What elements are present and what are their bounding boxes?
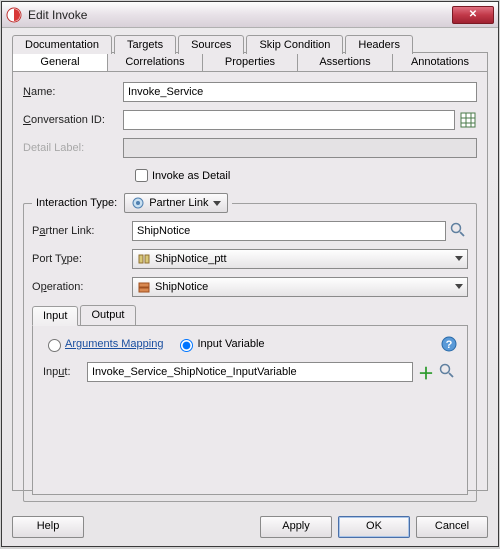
- tab-general[interactable]: General: [13, 53, 108, 71]
- interaction-type-legend: Interaction Type:: [36, 197, 117, 209]
- help-icon[interactable]: ?: [441, 336, 457, 352]
- name-input[interactable]: [123, 82, 477, 102]
- window-title: Edit Invoke: [28, 8, 452, 22]
- general-pane: Name: Conversation ID: Detail Label: Inv…: [12, 71, 488, 491]
- tab-annotations[interactable]: Annotations: [393, 53, 487, 71]
- conversation-id-label: Conversation ID:: [23, 114, 123, 126]
- arguments-mapping-label: Arguments Mapping: [65, 338, 163, 350]
- browse-variable-button[interactable]: [439, 363, 457, 381]
- input-pane: Arguments Mapping Input Variable ? Input…: [32, 325, 468, 495]
- tab-output[interactable]: Output: [80, 305, 135, 325]
- chevron-down-icon: [455, 284, 463, 289]
- apply-button[interactable]: Apply: [260, 516, 332, 538]
- partner-link-icon: [131, 196, 145, 210]
- tab-documentation[interactable]: Documentation: [12, 35, 112, 54]
- close-button[interactable]: ✕: [452, 6, 494, 24]
- tab-assertions[interactable]: Assertions: [298, 53, 393, 71]
- tab-input[interactable]: Input: [32, 306, 78, 326]
- interaction-type-group: Interaction Type: Partner Link Partner L…: [23, 193, 477, 502]
- partner-link-browse-button[interactable]: [450, 222, 468, 240]
- port-type-select[interactable]: ShipNotice_ptt: [132, 249, 468, 269]
- tab-correlations[interactable]: Correlations: [108, 53, 203, 71]
- name-label: Name:: [23, 86, 123, 98]
- chevron-down-icon: [455, 256, 463, 261]
- tabs-secondary: Documentation Targets Sources Skip Condi…: [12, 34, 488, 53]
- input-var-input[interactable]: [87, 362, 413, 382]
- detail-label-label: Detail Label:: [23, 142, 123, 154]
- tab-sources[interactable]: Sources: [178, 35, 244, 54]
- button-bar: Help Apply OK Cancel: [12, 516, 488, 538]
- close-icon: ✕: [469, 9, 477, 20]
- tab-skip-condition[interactable]: Skip Condition: [246, 35, 343, 54]
- operation-label: Operation:: [32, 281, 132, 293]
- conversation-id-browse-button[interactable]: [459, 111, 477, 129]
- partner-link-input[interactable]: [132, 221, 446, 241]
- edit-invoke-dialog: Edit Invoke ✕ Documentation Targets Sour…: [1, 1, 499, 547]
- invoke-as-detail-checkbox[interactable]: [135, 169, 148, 182]
- tab-headers[interactable]: Headers: [345, 35, 413, 54]
- titlebar: Edit Invoke ✕: [2, 2, 498, 28]
- tabs-primary: General Correlations Properties Assertio…: [12, 52, 488, 71]
- svg-text:?: ?: [446, 339, 453, 351]
- input-variable-label: Input Variable: [197, 338, 264, 350]
- tab-targets[interactable]: Targets: [114, 35, 176, 54]
- interaction-type-button[interactable]: Partner Link: [124, 193, 227, 213]
- add-variable-button[interactable]: ＋: [417, 363, 435, 381]
- invoke-as-detail-label: Invoke as Detail: [152, 170, 230, 182]
- help-button[interactable]: Help: [12, 516, 84, 538]
- chevron-down-icon: [213, 201, 221, 206]
- tab-properties[interactable]: Properties: [203, 53, 298, 71]
- input-variable-radio[interactable]: Input Variable: [175, 336, 264, 352]
- ok-button[interactable]: OK: [338, 516, 410, 538]
- port-type-label: Port Type:: [32, 253, 132, 265]
- partner-link-label: Partner Link:: [32, 225, 132, 237]
- conversation-id-input[interactable]: [123, 110, 455, 130]
- input-var-label: Input:: [43, 366, 87, 378]
- detail-label-input: [123, 138, 477, 158]
- cancel-button[interactable]: Cancel: [416, 516, 488, 538]
- operation-select[interactable]: ShipNotice: [132, 277, 468, 297]
- plus-icon: ＋: [418, 360, 434, 384]
- port-type-icon: [137, 252, 151, 266]
- arguments-mapping-radio[interactable]: Arguments Mapping: [43, 336, 163, 352]
- operation-icon: [137, 280, 151, 294]
- app-icon: [6, 7, 22, 23]
